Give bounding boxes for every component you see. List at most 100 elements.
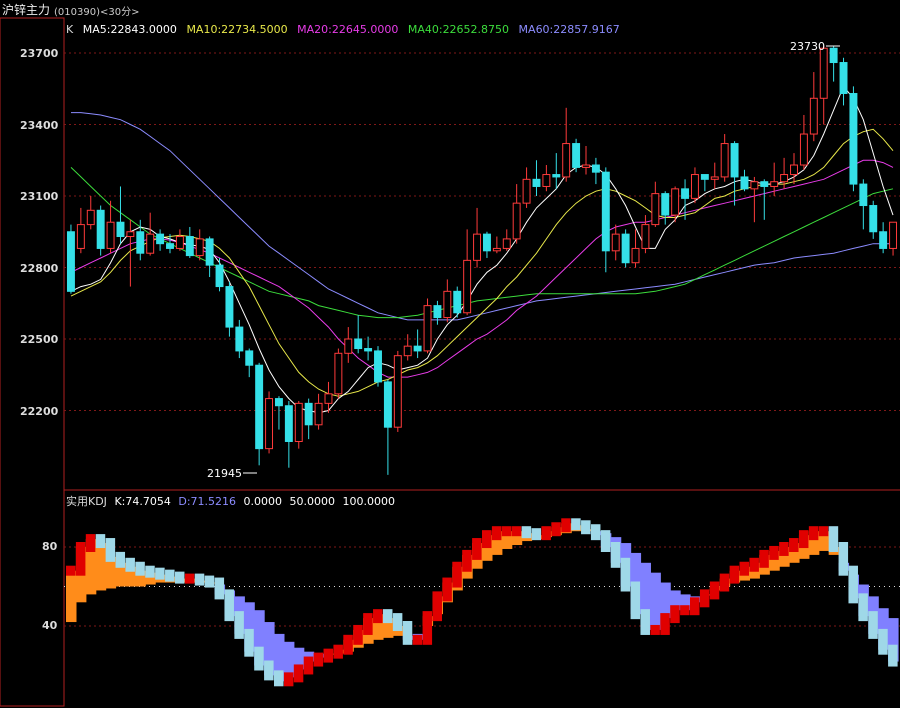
kdj-fill-segment [283, 641, 295, 678]
kdj-k-block [442, 577, 452, 602]
chart-canvas[interactable]: 23730 21945 [0, 0, 900, 708]
candle-down [849, 93, 858, 185]
kdj-k-block [719, 573, 730, 592]
kdj-k-block [491, 526, 502, 541]
kdj-k-block [105, 538, 116, 562]
candle-up [671, 188, 680, 216]
candle-up [780, 174, 789, 183]
kdj-k-block [462, 549, 472, 572]
candle-up [76, 224, 85, 249]
kdj-k-block [709, 581, 720, 600]
kdj-k-block [482, 530, 492, 549]
kdj-fill-segment [66, 570, 77, 623]
kdj-pane [66, 518, 899, 687]
kdj-k-block [432, 591, 442, 622]
kdj-k-block [551, 522, 561, 537]
kdj-k-block [75, 542, 86, 576]
candle-up [522, 178, 531, 204]
candle-down [383, 381, 392, 428]
candle-down [284, 405, 293, 442]
moving-averages [70, 85, 894, 414]
candle-up [750, 181, 759, 190]
candle-up [443, 290, 452, 319]
candle-down [364, 348, 373, 352]
candle-up [651, 193, 660, 226]
kdj-k-block [343, 634, 353, 655]
kdj-k-block [234, 611, 244, 639]
kdj-k-block [85, 534, 96, 552]
high-label: 23730 [790, 40, 825, 53]
kdj-k-block [581, 520, 591, 535]
kdj-k-block [610, 542, 621, 568]
kdj-k-block [155, 567, 165, 580]
kdj-k-block [531, 528, 542, 541]
candle-up [146, 233, 155, 254]
candle-up [334, 352, 343, 395]
candle-up [195, 238, 204, 257]
candle-down [156, 233, 165, 245]
candle-up [720, 143, 729, 178]
candle-down [205, 238, 214, 266]
candle-down [700, 174, 709, 180]
candle-up [631, 247, 640, 264]
candle-down [354, 338, 363, 350]
kdj-k-block [501, 526, 512, 537]
kdj-k-block [759, 549, 769, 568]
kdj-k-block [254, 646, 264, 671]
kdj-k-block [769, 545, 779, 560]
candle-down [621, 233, 630, 264]
candle-down [681, 188, 690, 199]
kdj-k-block [174, 571, 185, 584]
candle-up [690, 174, 699, 199]
kdj-k-block [283, 672, 294, 687]
candle-down [304, 402, 313, 426]
kdj-k-block [66, 565, 76, 576]
kdj-k-block [660, 613, 670, 635]
kdj-k-block [452, 561, 462, 588]
kdj-k-block [382, 609, 393, 624]
candle-down [255, 364, 264, 450]
kdj-k-block [600, 530, 611, 552]
kdj-k-block [402, 621, 413, 645]
candle-up [463, 259, 472, 314]
candle-up [542, 174, 551, 187]
candle-down [879, 231, 888, 249]
kdj-k-block [145, 565, 155, 578]
kdj-k-block [313, 652, 324, 667]
kdj-k-block [739, 561, 750, 576]
candle-up [809, 97, 818, 135]
candle-down [116, 221, 125, 238]
candle-down [572, 143, 581, 168]
candle-up [344, 338, 353, 354]
kdj-k-block [184, 573, 195, 584]
candle-down [225, 286, 234, 328]
candle-down [215, 264, 224, 288]
candle-up [790, 164, 798, 176]
candle-down [413, 345, 422, 352]
kdj-k-block [541, 526, 551, 541]
kdj-k-block [412, 634, 423, 645]
kdj-k-block [274, 670, 284, 687]
kdj-k-block [620, 557, 631, 592]
kdj-k-block [323, 648, 334, 663]
candle-down [96, 209, 105, 249]
kdj-k-block [878, 628, 888, 655]
kdj-k-block [798, 530, 809, 549]
candle-down [601, 171, 610, 252]
kdj-k-block [561, 518, 571, 533]
kdj-k-block [888, 644, 898, 667]
kdj-k-block [789, 538, 799, 552]
candle-up [770, 181, 779, 187]
candle-up [512, 202, 521, 240]
kdj-k-block [779, 542, 789, 556]
candle-up [819, 47, 828, 99]
kdj-k-block [670, 605, 680, 624]
kdj-k-block [422, 611, 433, 645]
candle-down [740, 176, 749, 190]
candle-down [591, 164, 600, 173]
candle-down [552, 174, 561, 178]
candle-up [106, 221, 115, 249]
candle-up [314, 402, 323, 426]
candle-up [403, 345, 412, 357]
candle-down [433, 305, 442, 319]
